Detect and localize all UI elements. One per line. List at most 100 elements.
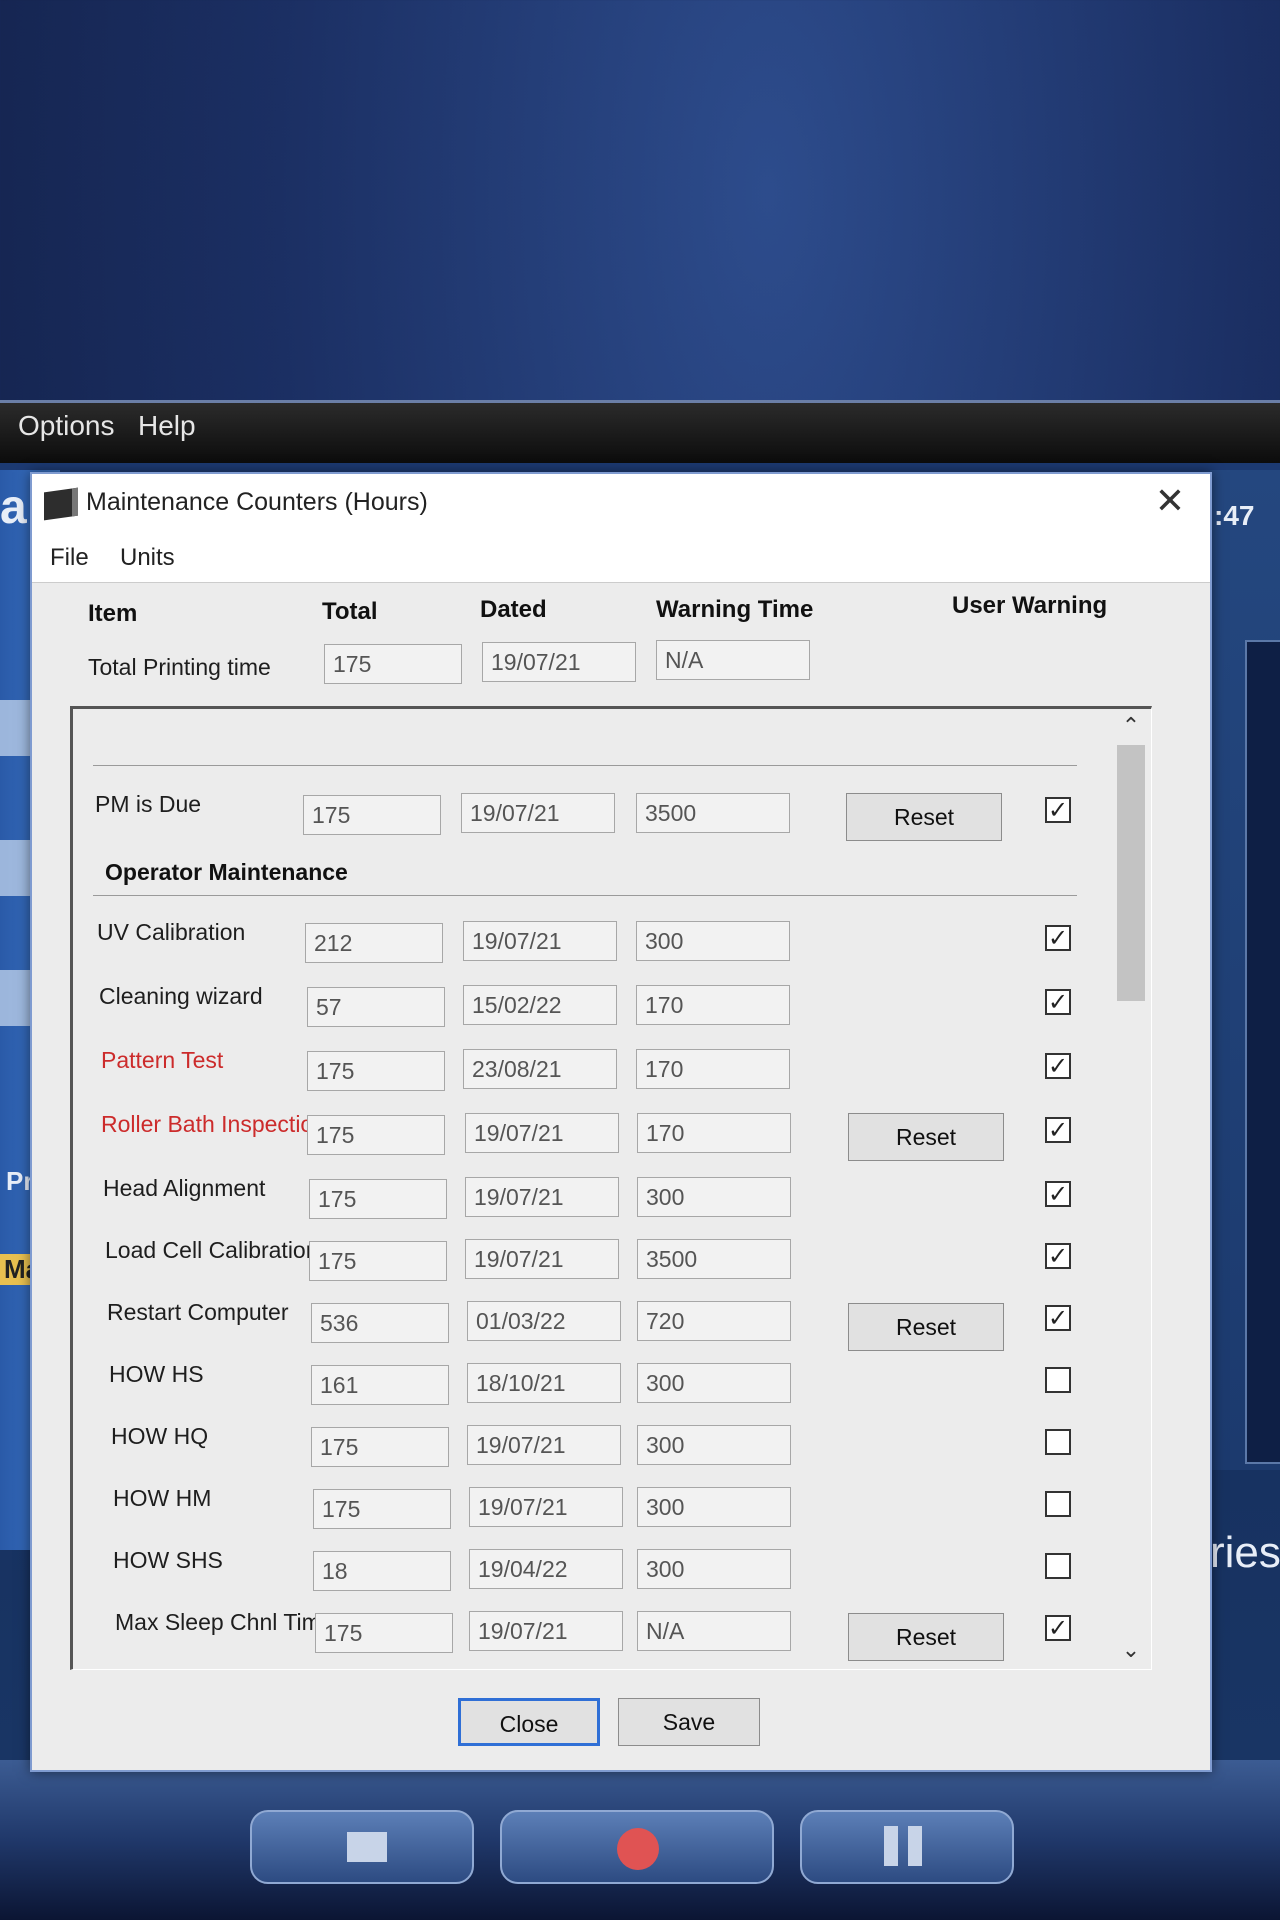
row-label: Restart Computer [107,1299,289,1325]
reset-button[interactable]: Reset [848,1303,1004,1351]
header-user-warning: User Warning [952,592,1108,619]
close-icon[interactable]: ✕ [1148,480,1192,524]
row-total-field[interactable]: 57 [307,987,445,1027]
user-warning-checkbox[interactable] [1045,1429,1071,1455]
row-warning-field[interactable]: 300 [637,1363,791,1403]
row-warning-field[interactable]: 720 [637,1301,791,1341]
row-dated-field[interactable]: 23/08/21 [463,1049,617,1089]
row-total-field[interactable]: 175 [309,1179,447,1219]
row-warning-field[interactable]: 300 [637,1487,791,1527]
scroll-up-icon[interactable]: ⌃ [1111,709,1151,745]
row-dated-field[interactable]: 15/02/22 [463,985,617,1025]
bg-menu-options[interactable]: Options [18,410,115,442]
row-warning-field[interactable]: 300 [637,1549,791,1589]
row-label: Roller Bath Inspection [101,1111,327,1137]
record-icon [617,1828,659,1870]
user-warning-checkbox[interactable] [1045,1491,1071,1517]
close-button[interactable]: Close [458,1698,600,1746]
counters-list-panel[interactable]: PM is Due 175 19/07/21 3500 Reset ✓ Oper… [70,706,1152,1670]
user-warning-checkbox[interactable]: ✓ [1045,1305,1071,1331]
row-total-field[interactable]: 18 [313,1551,451,1591]
row-label: Max Sleep Chnl Time [115,1609,334,1635]
row-warning-field[interactable]: 170 [636,1049,790,1089]
user-warning-checkbox[interactable]: ✓ [1045,1181,1071,1207]
row-label: Pattern Test [101,1047,224,1073]
row-dated-field[interactable]: 19/07/21 [465,1177,619,1217]
row-warning-field[interactable]: 300 [637,1425,791,1465]
total-printing-total-field[interactable]: 175 [324,644,462,684]
maintenance-counters-dialog: Maintenance Counters (Hours) ✕ File Unit… [30,472,1212,1772]
user-warning-checkbox[interactable]: ✓ [1045,1243,1071,1269]
total-printing-warning-field[interactable]: N/A [656,640,810,680]
row-label: HOW HQ [111,1423,209,1449]
row-total-field[interactable]: 175 [303,795,441,835]
row-dated-field[interactable]: 19/07/21 [461,793,615,833]
pause-icon [884,1826,898,1866]
bg-fragment-ries: ries [1210,1528,1280,1577]
row-dated-field[interactable]: 19/07/21 [465,1239,619,1279]
row-label: Load Cell Calibration [105,1237,319,1263]
total-printing-dated-field[interactable]: 19/07/21 [482,642,636,682]
stop-button[interactable] [250,1810,474,1884]
menu-units[interactable]: Units [120,544,175,572]
separator [93,765,1077,766]
row-total-field[interactable]: 175 [307,1051,445,1091]
bg-menu-help[interactable]: Help [138,410,196,442]
row-total-field[interactable]: 175 [311,1427,449,1467]
record-button[interactable] [500,1810,774,1884]
pause-button[interactable] [800,1810,1014,1884]
user-warning-checkbox[interactable]: ✓ [1045,989,1071,1015]
bg-fragment-time: :47 [1214,500,1255,531]
row-label: PM is Due [95,791,202,817]
reset-button[interactable]: Reset [848,1613,1004,1661]
row-warning-field[interactable]: 300 [637,1177,791,1217]
row-warning-field[interactable]: 170 [637,1113,791,1153]
user-warning-checkbox[interactable] [1045,1367,1071,1393]
row-dated-field[interactable]: 19/07/21 [465,1113,619,1153]
row-dated-field[interactable]: 18/10/21 [467,1363,621,1403]
dialog-titlebar: Maintenance Counters (Hours) ✕ [32,474,1210,534]
row-dated-field[interactable]: 19/07/21 [463,921,617,961]
scroll-down-icon[interactable]: ⌄ [1111,1633,1151,1669]
scroll-thumb[interactable] [1117,745,1145,1001]
row-total-field[interactable]: 212 [305,923,443,963]
row-dated-field[interactable]: 19/07/21 [469,1611,623,1651]
user-warning-checkbox[interactable] [1045,1553,1071,1579]
row-label: HOW SHS [113,1547,223,1573]
app-icon [44,487,78,521]
row-total-field[interactable]: 536 [311,1303,449,1343]
row-dated-field[interactable]: 19/07/21 [469,1487,623,1527]
user-warning-checkbox[interactable]: ✓ [1045,1615,1071,1641]
row-label: Cleaning wizard [99,983,263,1009]
user-warning-checkbox[interactable]: ✓ [1045,1053,1071,1079]
row-label: HOW HS [109,1361,204,1387]
header-item: Item [88,600,138,627]
row-total-field[interactable]: 175 [307,1115,445,1155]
separator [93,895,1077,896]
row-dated-field[interactable]: 19/04/22 [469,1549,623,1589]
row-total-field[interactable]: 161 [311,1365,449,1405]
vertical-scrollbar[interactable]: ⌃ ⌄ [1111,709,1151,1669]
row-warning-field[interactable]: 170 [636,985,790,1025]
reset-button[interactable]: Reset [848,1113,1004,1161]
row-label: Head Alignment [103,1175,266,1201]
menu-file[interactable]: File [50,544,89,572]
user-warning-checkbox[interactable]: ✓ [1045,797,1071,823]
row-total-field[interactable]: 175 [315,1613,453,1653]
header-dated: Dated [480,596,547,623]
row-total-field[interactable]: 175 [313,1489,451,1529]
bg-fragment-a: a [0,481,27,534]
user-warning-checkbox[interactable]: ✓ [1045,1117,1071,1143]
row-dated-field[interactable]: 01/03/22 [467,1301,621,1341]
row-warning-field[interactable]: 3500 [636,793,790,833]
row-warning-field[interactable]: 300 [636,921,790,961]
user-warning-checkbox[interactable]: ✓ [1045,925,1071,951]
background-right-inner [1245,640,1280,1464]
save-button[interactable]: Save [618,1698,760,1746]
row-total-field[interactable]: 175 [309,1241,447,1281]
row-warning-field[interactable]: N/A [637,1611,791,1651]
reset-button[interactable]: Reset [846,793,1002,841]
total-printing-label: Total Printing time [88,654,271,680]
row-dated-field[interactable]: 19/07/21 [467,1425,621,1465]
row-warning-field[interactable]: 3500 [637,1239,791,1279]
